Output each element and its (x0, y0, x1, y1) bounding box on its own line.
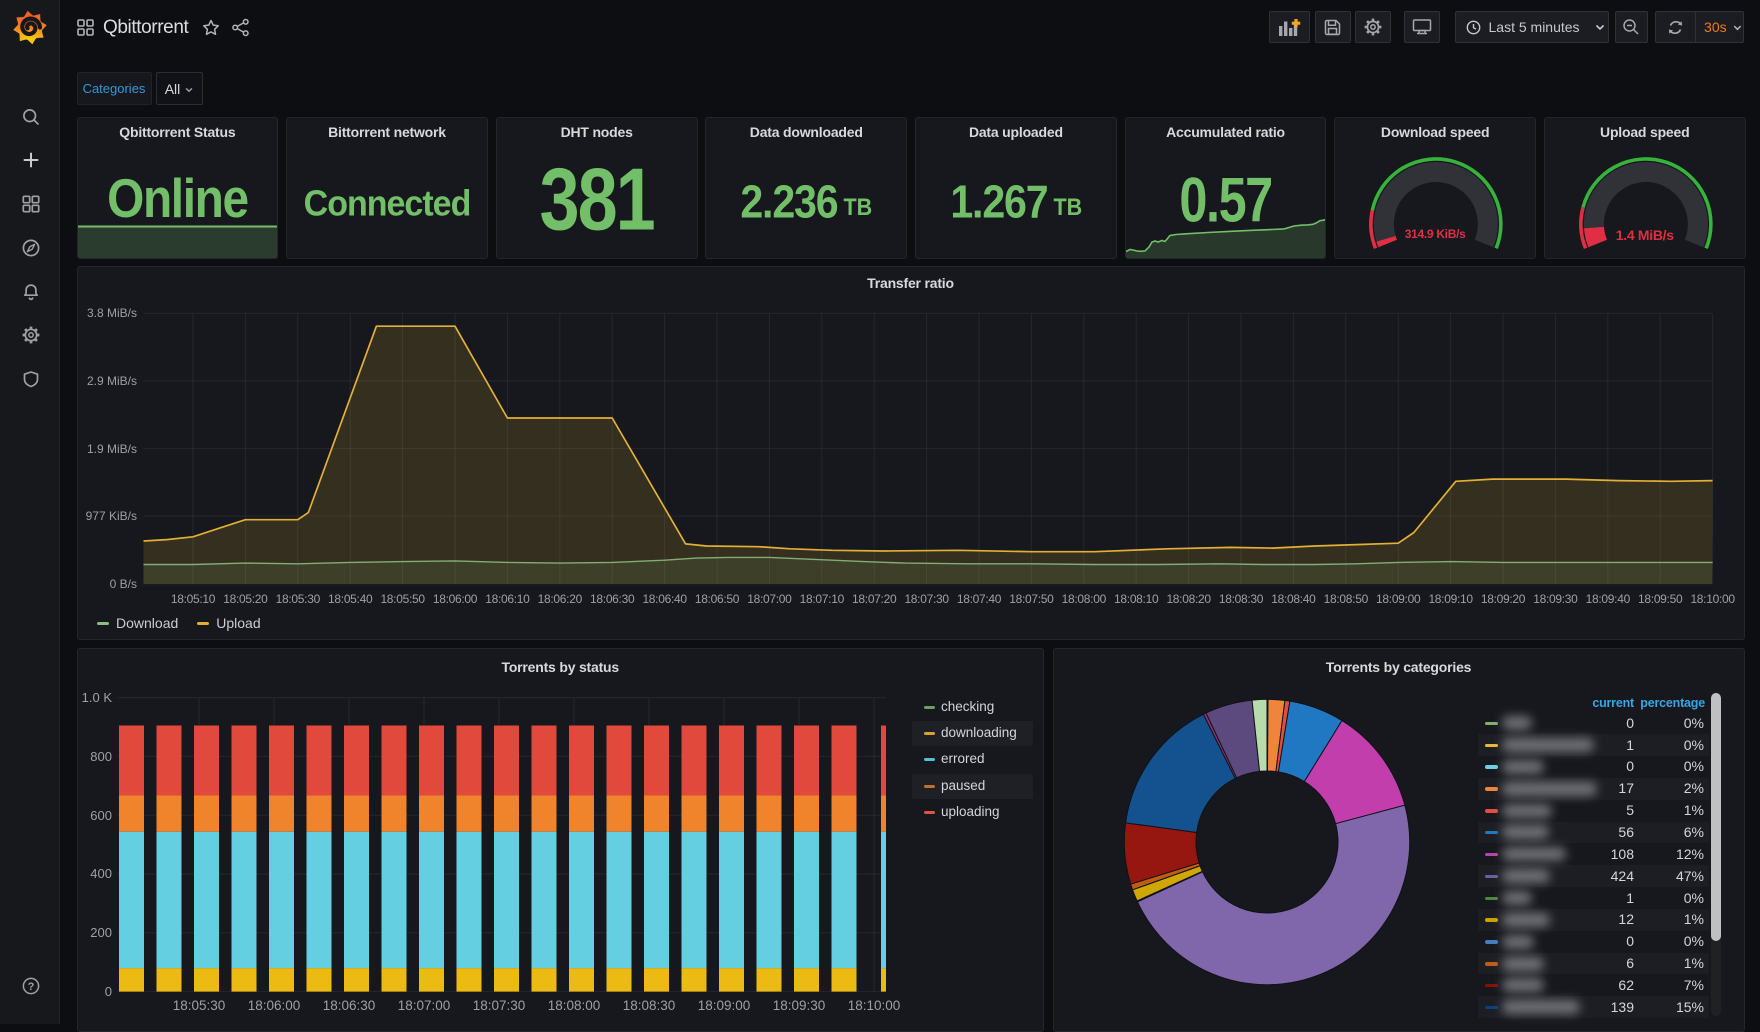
svg-text:?: ? (28, 981, 35, 993)
